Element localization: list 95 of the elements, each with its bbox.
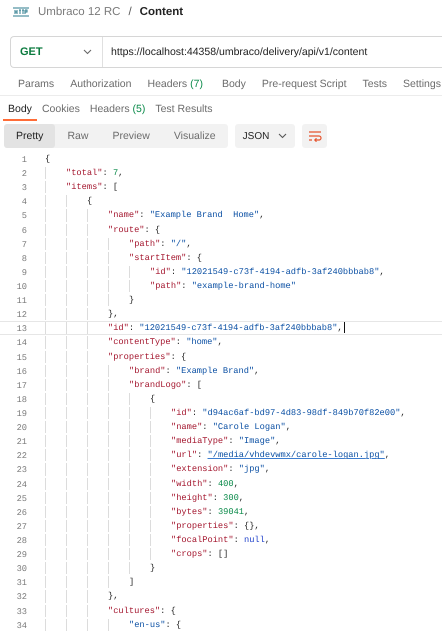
code-line: "height": 300, [171,492,244,504]
line-number: 12 [16,309,27,320]
request-tab[interactable]: Tests [354,73,396,95]
line-number: 9 [20,266,27,278]
line-number: 25 [16,492,27,504]
line-number: 28 [16,534,27,546]
view-mode-button[interactable]: Visualize [162,124,228,148]
code-line: "contentType": "home", [108,336,223,349]
line-number: 7 [20,238,27,250]
code-line: "width": 400, [171,478,239,490]
wrap-lines-button[interactable] [302,124,328,148]
request-tab[interactable]: Settings [395,73,442,95]
response-tab[interactable]: Cookies [36,99,85,121]
code-line: "cultures": { [108,604,176,617]
line-number: 19 [16,408,27,420]
view-mode-button[interactable]: Pretty [4,124,56,148]
code-line: "startItem": { [129,252,202,264]
view-mode-button[interactable]: Raw [55,124,100,148]
line-number: 16 [16,366,27,377]
line-number: 20 [16,422,27,434]
code-line: "name": "Carole Logan", [171,421,291,434]
code-line: "path": "example-brand-home" [150,280,296,292]
code-line: "extension": "jpg", [171,463,270,476]
collection-name[interactable]: Umbraco 12 RC [38,6,120,18]
code-line: "id": "12021549-c73f-4194-adfb-3af240bbbab8", [150,266,385,278]
line-number: 18 [16,394,27,405]
line-number: 32 [16,591,27,602]
line-number: 29 [16,549,27,560]
method-dropdown[interactable]: GET [11,37,103,67]
code-line: "total": 7, [66,167,124,180]
code-line: "brand": "Example Brand", [129,364,260,377]
code-line: { [45,153,50,166]
code-line: "path": "/", [129,238,192,250]
line-number: 5 [20,210,27,222]
code-line: "bytes": 39041, [171,506,250,518]
line-number: 11 [16,295,27,306]
line-number: 6 [20,224,27,236]
request-tab[interactable]: Body [214,73,254,95]
code-line: "properties": { [108,350,186,363]
line-number: 4 [20,196,27,208]
line-number: 22 [16,450,27,462]
response-tab[interactable]: Headers (5) [84,99,150,121]
code-line: "properties": {}, [171,520,260,532]
line-number: 30 [16,563,27,574]
line-number: 24 [16,478,27,490]
code-line: "focalPoint": null, [171,534,270,546]
line-number: 23 [16,464,27,476]
code-line: }, [108,590,118,602]
code-line: "url": "/media/vhdevwmx/carole-logan.jpg", [171,449,390,462]
request-tab[interactable]: Pre-request Script [254,73,355,95]
request-tab[interactable]: Authorization [62,73,140,95]
line-number: 31 [16,577,27,588]
code-line: } [150,562,156,574]
code-line: "crops": [] [171,548,228,560]
chevron-down-icon [278,133,288,139]
request-name: Content [140,6,184,18]
line-number: 8 [20,252,27,264]
code-line: ] [129,576,134,588]
line-number: 10 [16,280,27,292]
code-line: "en-us": { [129,618,182,631]
code-line: "items": [ [66,181,118,194]
response-tab[interactable]: Body [3,99,37,121]
line-number: 21 [16,436,27,448]
request-tab[interactable]: Params [10,73,62,95]
line-number: 2 [20,168,27,180]
code-line: }, [108,308,118,320]
line-number: 1 [20,154,27,166]
line-number: 13 [16,323,27,334]
code-line: "id": "12021549-c73f-4194-adfb-3af240bbbab8", [108,322,343,334]
line-number: 14 [16,337,27,349]
url-field[interactable]: https://localhost:44358/umbraco/delivery/api/v1/content [103,46,368,58]
line-number: 17 [16,380,27,391]
breadcrumb-separator: / [128,6,132,18]
chevron-down-icon [83,49,92,55]
code-line: { [87,195,92,208]
line-number: 27 [16,520,27,532]
code-line: "route": { [108,224,160,236]
line-number: 26 [16,506,27,518]
code-line: { [150,392,156,405]
code-line: "mediaType": "Image", [171,435,281,448]
request-tab[interactable]: Headers (7) [139,73,214,95]
code-line: "brandLogo": [ [129,378,202,391]
code-line: } [129,294,134,306]
line-number: 15 [16,352,27,363]
line-number: 33 [16,606,27,617]
view-mode-button[interactable]: Preview [100,124,162,148]
wrap-lines-icon [308,130,322,142]
http-icon [12,6,30,18]
format-dropdown[interactable]: JSON [234,124,296,148]
text-cursor [344,322,345,334]
line-number: 34 [16,620,27,631]
response-tab[interactable]: Test Results [150,99,218,121]
code-line: "id": "d94ac6af-bd97-4d83-98df-849b70f82e00", [171,406,406,420]
line-number: 3 [20,182,27,194]
code-line: "name": "Example Brand Home", [108,209,264,222]
